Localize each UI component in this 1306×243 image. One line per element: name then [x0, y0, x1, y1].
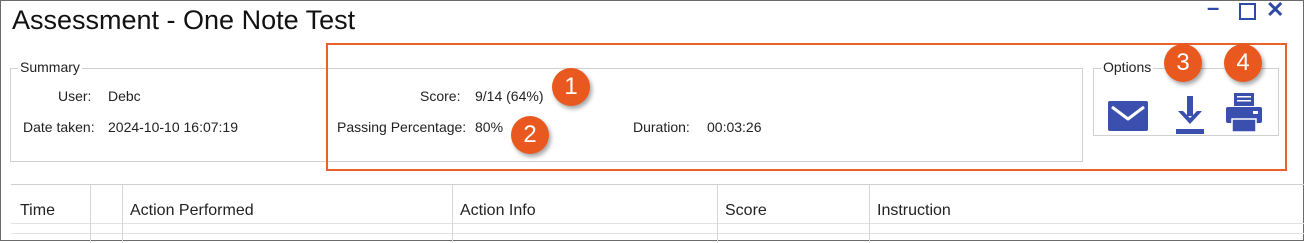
window-title: Assessment - One Note Test — [12, 5, 356, 35]
column-separator[interactable] — [90, 185, 91, 242]
callout-badge-4: 4 — [1224, 44, 1262, 82]
header-divider — [11, 223, 1304, 224]
callout-badge-2: 2 — [511, 116, 549, 154]
callout-badge-3: 3 — [1164, 44, 1202, 82]
highlight-frame — [326, 43, 1287, 171]
minimize-button[interactable]: – — [1207, 0, 1219, 19]
summary-legend: Summary — [18, 59, 82, 75]
column-header-instruction[interactable]: Instruction — [877, 202, 951, 220]
column-header-time[interactable]: Time — [20, 202, 55, 220]
date-taken-value: 2024-10-10 16:07:19 — [108, 119, 238, 135]
date-taken-label: Date taken: — [23, 119, 95, 135]
column-separator[interactable] — [452, 185, 453, 242]
column-separator[interactable] — [869, 185, 870, 242]
maximize-button[interactable] — [1239, 3, 1256, 20]
column-header-action-performed[interactable]: Action Performed — [130, 202, 254, 220]
user-label: User: — [58, 88, 92, 104]
results-table: Time Action Performed Action Info Score … — [11, 184, 1304, 242]
column-separator[interactable] — [122, 185, 123, 242]
column-header-action-info[interactable]: Action Info — [460, 202, 536, 220]
column-header-score[interactable]: Score — [725, 202, 767, 220]
row-divider — [11, 233, 1304, 234]
user-value: Debc — [108, 88, 141, 104]
column-separator[interactable] — [717, 185, 718, 242]
close-button[interactable]: ✕ — [1266, 0, 1284, 21]
callout-badge-1: 1 — [552, 68, 590, 106]
